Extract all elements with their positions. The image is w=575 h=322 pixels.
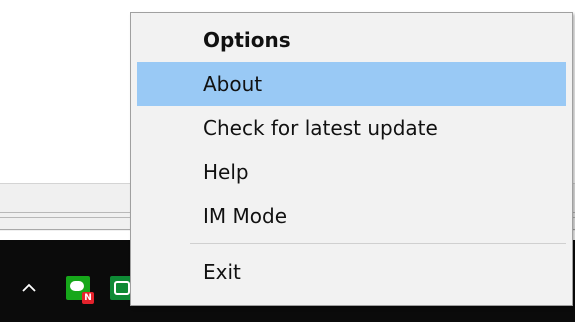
menu-item-label: Exit xyxy=(203,260,241,284)
menu-item-options[interactable]: Options xyxy=(137,18,566,62)
chevron-up-icon[interactable] xyxy=(22,281,36,295)
menu-item-about[interactable]: About xyxy=(137,62,566,106)
menu-separator xyxy=(190,243,566,244)
menu-item-check-update[interactable]: Check for latest update xyxy=(137,106,566,150)
menu-item-im-mode[interactable]: IM Mode xyxy=(137,194,566,238)
notification-badge: N xyxy=(82,292,94,304)
menu-item-exit[interactable]: Exit xyxy=(137,250,566,294)
chat-notification-icon[interactable]: N xyxy=(66,276,94,304)
context-menu: Options About Check for latest update He… xyxy=(130,12,573,306)
menu-item-label: Check for latest update xyxy=(203,116,438,140)
phone-handset-shape xyxy=(114,281,130,295)
menu-item-label: Options xyxy=(203,28,291,52)
menu-item-label: IM Mode xyxy=(203,204,288,228)
chat-bubble-shape xyxy=(70,281,84,291)
menu-item-help[interactable]: Help xyxy=(137,150,566,194)
menu-item-label: About xyxy=(203,72,263,96)
menu-item-label: Help xyxy=(203,160,249,184)
